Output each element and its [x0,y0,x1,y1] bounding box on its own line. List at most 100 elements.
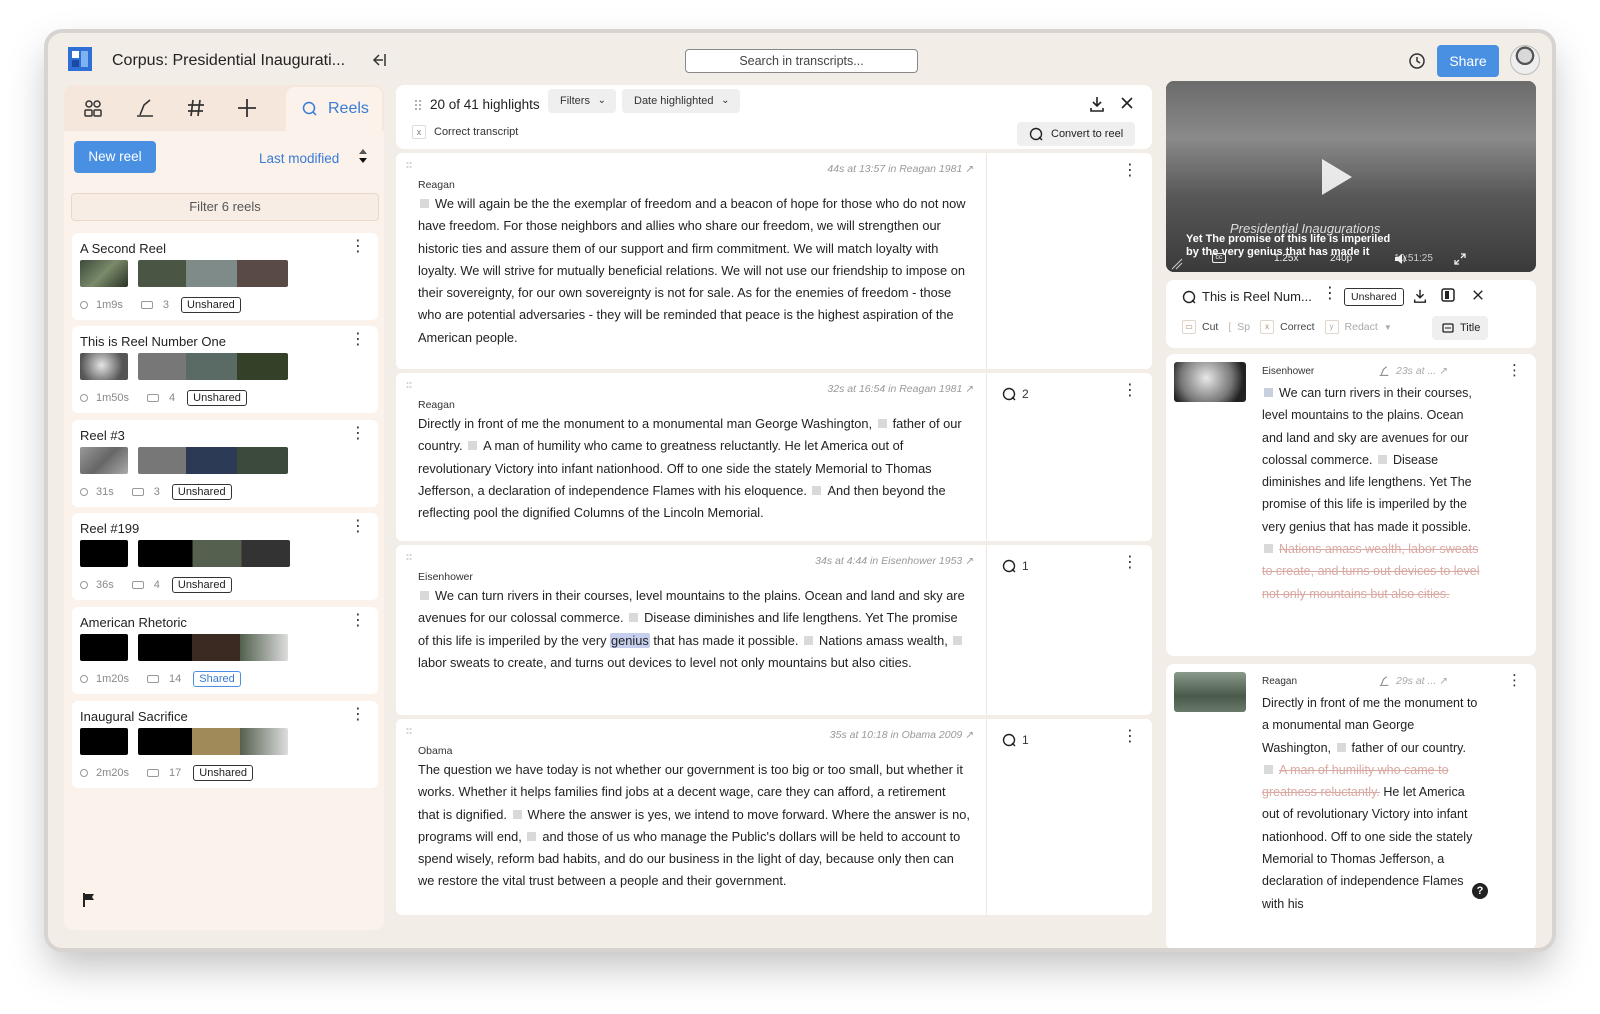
layout-icon[interactable] [1440,287,1456,303]
history-icon[interactable] [1408,52,1426,70]
resize-handle-icon[interactable] [1170,257,1184,271]
reel-card[interactable]: Reel #199 ⋮ 36s 4 Unshared [72,513,378,600]
reel-menu-icon[interactable]: ⋮ [350,707,366,723]
highlight-menu-icon[interactable]: ⋮ [1122,163,1138,179]
title-button[interactable]: Title [1432,316,1488,340]
highlight-menu-icon[interactable]: ⋮ [1122,729,1138,745]
highlighter-icon[interactable] [1378,675,1390,687]
comment-count[interactable]: 1 [1002,733,1029,747]
add-icon[interactable] [236,97,258,119]
clip-menu-icon[interactable]: ⋮ [1507,363,1522,378]
drag-handle-icon[interactable] [406,553,412,563]
people-icon[interactable] [82,97,104,119]
segment-marker[interactable] [527,831,537,841]
correct-tool[interactable]: x Correct [1260,320,1315,334]
share-status-badge[interactable]: Unshared [187,390,247,406]
reel-clip-card[interactable]: Eisenhower 23s at ... ↗ ⋮ We can turn ri… [1166,354,1536,656]
tab-reels[interactable]: Reels [286,87,382,131]
cut-tool[interactable]: ▭ Cut [1182,320,1218,334]
transcript-segment[interactable]: We will again be the the exemplar of fre… [418,196,965,345]
segment-marker[interactable] [468,441,478,451]
app-logo[interactable] [68,47,92,71]
filter-reels-input[interactable]: Filter 6 reels [71,193,379,221]
play-icon[interactable] [1322,159,1352,195]
flag-icon[interactable] [82,892,96,908]
highlighter-icon[interactable] [134,97,156,119]
transcript-segment[interactable]: He let America out of revolutionary Vict… [1262,785,1472,910]
highlight-menu-icon[interactable]: ⋮ [1122,383,1138,399]
reel-menu-icon[interactable]: ⋮ [350,519,366,535]
reel-menu-icon[interactable]: ⋮ [350,613,366,629]
download-icon[interactable] [1412,288,1428,304]
segment-marker[interactable] [420,199,429,208]
sort-order-icon[interactable] [358,147,368,165]
corpus-title[interactable]: Corpus: Presidential Inaugurati... [112,52,345,70]
close-icon[interactable] [1120,96,1134,110]
clip-timestamp[interactable]: 29s at ... ↗ [1396,675,1448,687]
highlight-menu-icon[interactable]: ⋮ [1122,555,1138,571]
reel-card[interactable]: A Second Reel ⋮ 1m9s 3 Unshared [72,233,378,320]
share-status-badge[interactable]: Unshared [181,297,241,313]
highlight-timestamp[interactable]: 35s at 10:18 in Obama 2009 ↗ [830,729,974,741]
transcript-segment[interactable]: labor sweats to create, and turns out de… [418,655,912,670]
comment-count[interactable]: 1 [1002,559,1029,573]
drag-handle-icon[interactable] [406,381,412,391]
segment-marker[interactable] [629,613,639,623]
clip-transcript[interactable]: We can turn rivers in their courses, lev… [1262,382,1484,605]
highlight-transcript[interactable]: We will again be the the exemplar of fre… [418,193,970,349]
segment-marker[interactable] [512,809,522,819]
tag-icon[interactable] [185,97,207,119]
highlight-card[interactable]: 44s at 13:57 in Reagan 1981 ↗ Reagan We … [396,153,1152,369]
drag-handle-icon[interactable] [406,727,412,737]
highlight-transcript[interactable]: We can turn rivers in their courses, lev… [418,585,970,674]
help-icon[interactable]: ? [1472,883,1488,899]
reel-card[interactable]: Reel #3 ⋮ 31s 3 Unshared [72,420,378,507]
segment-marker[interactable] [1264,388,1273,397]
drag-handle-icon[interactable] [414,99,422,111]
video-quality[interactable]: 240p [1330,253,1352,264]
date-highlighted-dropdown[interactable]: Date highlighted ⌄ [622,89,740,113]
highlight-card[interactable]: 34s at 4:44 in Eisenhower 1953 ↗ Eisenho… [396,545,1152,715]
transcript-segment[interactable]: father of our country. [1352,741,1466,755]
highlight-card[interactable]: 35s at 10:18 in Obama 2009 ↗ Obama The q… [396,719,1152,915]
highlight-transcript[interactable]: The question we have today is not whethe… [418,759,970,893]
highlight-timestamp[interactable]: 44s at 13:57 in Reagan 1981 ↗ [827,163,974,175]
highlight-timestamp[interactable]: 34s at 4:44 in Eisenhower 1953 ↗ [815,555,974,567]
reel-menu-icon[interactable]: ⋮ [350,239,366,255]
transcript-segment[interactable]: Nations amass wealth, [819,633,948,648]
fullscreen-icon[interactable] [1454,253,1466,265]
highlight-transcript[interactable]: Directly in front of me the monument to … [418,413,970,524]
reel-menu-icon[interactable]: ⋮ [350,426,366,442]
transcript-segment[interactable]: that has made it possible. [653,633,798,648]
segment-marker[interactable] [1377,454,1387,464]
comment-count[interactable]: 2 [1002,387,1029,401]
segment-marker[interactable] [1336,742,1346,752]
sort-dropdown[interactable]: Last modified [259,151,339,166]
segment-marker[interactable] [1264,544,1273,554]
filters-dropdown[interactable]: Filters ⌄ [548,89,616,113]
segment-marker[interactable] [812,485,822,495]
clip-transcript[interactable]: Directly in front of me the monument to … [1262,692,1484,915]
share-status-badge[interactable]: Unshared [1344,288,1404,306]
speaker-tool[interactable]: [Sp [1228,321,1250,333]
share-status-badge[interactable]: Unshared [171,484,232,500]
highlight-timestamp[interactable]: 32s at 16:54 in Reagan 1981 ↗ [827,383,974,395]
new-reel-button[interactable]: New reel [74,141,156,173]
transcript-search-input[interactable]: Search in transcripts... [685,49,918,73]
segment-marker[interactable] [804,635,814,645]
close-icon[interactable] [1472,289,1484,301]
correct-transcript-chip[interactable]: x Correct transcript [412,125,518,139]
highlighter-icon[interactable] [1378,365,1390,377]
segment-marker[interactable] [420,591,429,600]
convert-to-reel-button[interactable]: Convert to reel [1017,122,1135,146]
clip-timestamp[interactable]: 23s at ... ↗ [1396,365,1448,377]
reel-editor-title[interactable]: This is Reel Num... [1202,289,1312,304]
redact-tool[interactable]: y Redact ▼ [1324,320,1392,334]
reel-card[interactable]: This is Reel Number One ⋮ 1m50s 4 Unshar… [72,326,378,413]
playback-speed[interactable]: 1.25x [1274,253,1298,264]
collapse-sidebar-icon[interactable] [370,51,388,69]
segment-marker[interactable] [1264,764,1273,774]
segment-marker[interactable] [877,419,887,428]
clip-menu-icon[interactable]: ⋮ [1507,673,1522,688]
volume-icon[interactable] [1394,253,1408,265]
